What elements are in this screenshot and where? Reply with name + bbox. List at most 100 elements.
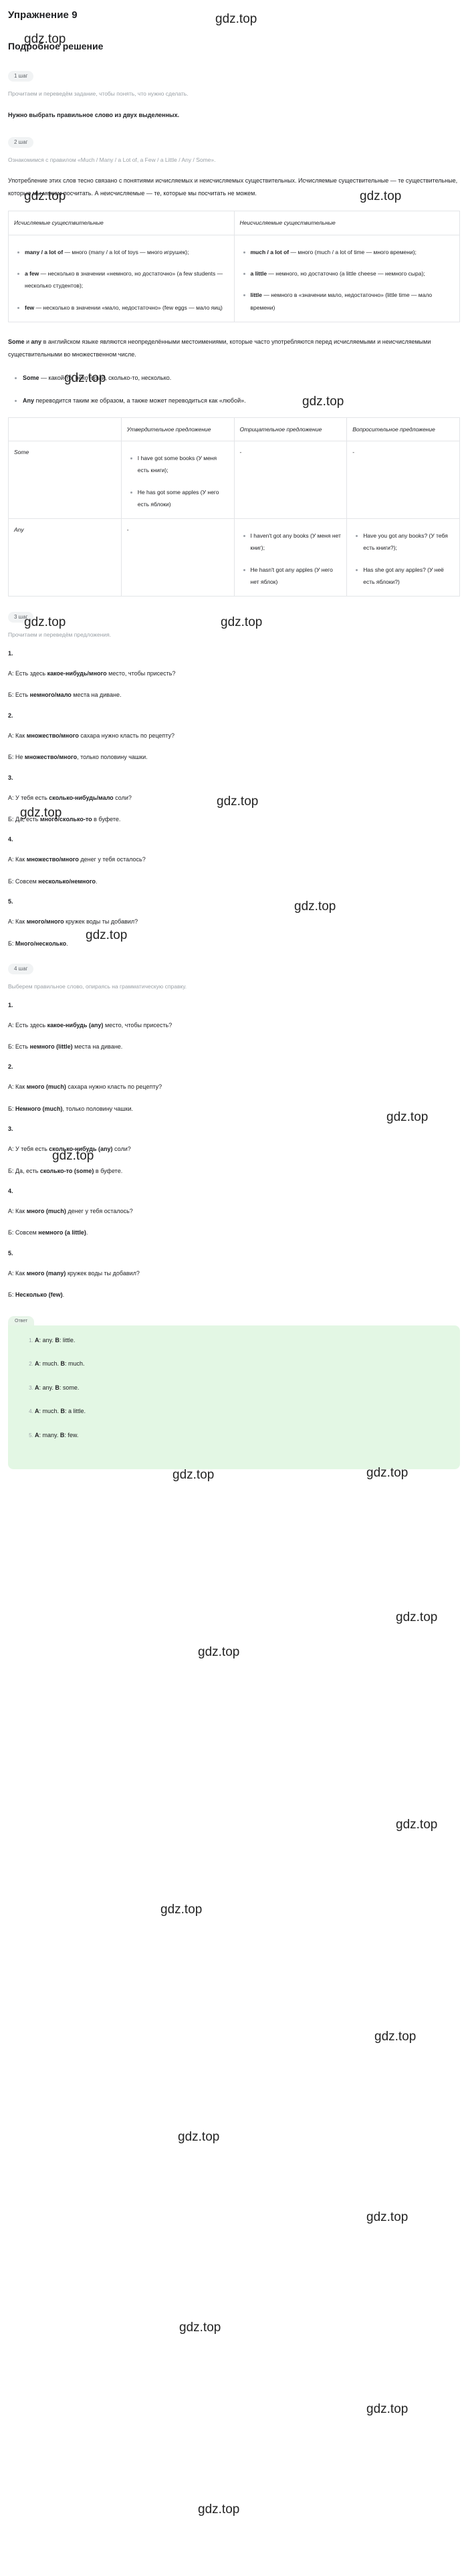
highlight: какое-нибудь/много xyxy=(47,670,107,677)
col-header-affirmative: Утвердительное предложение xyxy=(120,417,235,442)
highlight: много (much) xyxy=(26,1083,66,1091)
item-number: 2. xyxy=(8,712,13,719)
step-3-item: 1. А: Есть здесь какое-нибудь/много мест… xyxy=(8,650,460,700)
step-4-item: 5. А: Как много (many) кружек воды ты до… xyxy=(8,1250,460,1300)
countable-nouns-table: Исчисляемые существительные Неисчисляемы… xyxy=(8,211,460,322)
suffix: соли? xyxy=(112,1146,131,1153)
definition: — много (many / a lot of toys — много иг… xyxy=(63,248,189,255)
list-item: many / a lot of — много (many / a lot of… xyxy=(17,246,229,258)
prefix: Б: xyxy=(8,1105,15,1112)
highlight: какое-нибудь (any) xyxy=(47,1021,104,1029)
prefix: А: Как xyxy=(8,918,27,926)
watermark: gdz.top xyxy=(172,1468,215,1482)
item-number: 1. xyxy=(8,1001,13,1008)
list-item: A: much. B: much. xyxy=(35,1360,451,1369)
suffix: кружек воды ты добавил? xyxy=(66,1269,140,1277)
suffix: места на диване. xyxy=(72,1043,123,1051)
item-number: 3. xyxy=(8,1125,13,1133)
watermark: gdz.top xyxy=(198,1645,240,1659)
any-keyword: any xyxy=(31,338,42,345)
suffix: , только половину чашки. xyxy=(62,1105,134,1112)
suffix: . xyxy=(95,877,98,885)
item-number: 2. xyxy=(8,1063,13,1071)
suffix: денег у тебя осталось? xyxy=(66,1208,133,1215)
step-1-hint: Прочитаем и переведём задание, чтобы пон… xyxy=(8,90,189,97)
speaker-b-line: Б: Да, есть много/сколько-то в буфете. xyxy=(8,815,460,824)
any-negative-cell: I haven't got any books (У меня нет книг… xyxy=(233,518,348,597)
highlight: несколько/немного xyxy=(38,877,96,885)
definition: — немного, но достаточно (a little chees… xyxy=(267,270,425,277)
page-title: Упражнение 9 xyxy=(8,9,78,21)
table-header-row: Утвердительное предложение Отрицательное… xyxy=(8,417,460,442)
prefix: Б: Есть xyxy=(8,691,30,699)
prefix: А: Как xyxy=(8,1269,27,1277)
step-4-item: 3. А: У тебя есть сколько-нибудь (any) с… xyxy=(8,1125,460,1176)
suffix: . xyxy=(62,1291,65,1299)
conjunction: и xyxy=(24,338,31,345)
definition: — много (much / a lot of time — много вр… xyxy=(289,248,417,255)
suffix: в буфете. xyxy=(92,815,121,823)
col-header-uncountable: Неисчисляемые существительные xyxy=(233,211,460,235)
step-badge-2: 2 шаг xyxy=(8,136,34,148)
definition: — несколько в значении «мало, недостаточ… xyxy=(34,304,223,311)
term: Any xyxy=(23,397,35,404)
suffix: . xyxy=(66,940,68,947)
suffix: места на диване. xyxy=(71,691,122,699)
suffix: место, чтобы присесть? xyxy=(106,670,176,677)
item-number: 4. xyxy=(8,1188,13,1195)
watermark: gdz.top xyxy=(198,2502,240,2516)
highlight: множество/много xyxy=(24,754,78,761)
watermark: gdz.top xyxy=(178,2130,220,2144)
list-item: Some — какой-то, некоторый, сколько-то, … xyxy=(15,372,460,384)
list-item: Has she got any apples? (У неё есть ябло… xyxy=(356,564,454,588)
any-affirmative-cell: - xyxy=(120,518,235,597)
speaker-a-line: А: Как много (much) денег у тебя осталос… xyxy=(8,1206,460,1216)
speaker-a-line: А: Как множество/много денег у тебя оста… xyxy=(8,855,460,864)
step-4-hint: Выберем правильное слово, опираясь на гр… xyxy=(8,982,187,990)
list-item: A: much. B: a little. xyxy=(35,1407,451,1416)
highlight: сколько-то (some) xyxy=(39,1167,94,1174)
prefix: Б: Совсем xyxy=(8,877,39,885)
term: a few xyxy=(25,270,39,277)
term: a little xyxy=(250,270,267,277)
item-number: 5. xyxy=(8,1249,13,1257)
some-negative-cell: - xyxy=(233,441,348,520)
speaker-b-line: Б: Есть немного (little) места на диване… xyxy=(8,1042,460,1051)
speaker-a-line: А: У тебя есть сколько-нибудь (any) соли… xyxy=(8,1144,460,1154)
answer-badge: Ответ xyxy=(8,1315,35,1325)
suffix: соли? xyxy=(113,794,132,801)
speaker-b-line: Б: Не множество/много, только половину ч… xyxy=(8,752,460,762)
suffix: . xyxy=(86,1229,88,1237)
suffix: сахара нужно класть по рецепту? xyxy=(78,732,175,739)
item-number: 1. xyxy=(8,650,13,657)
list-item: A: any. B: little. xyxy=(35,1336,451,1346)
list-item: few — несколько в значении «мало, недост… xyxy=(17,302,229,314)
prefix: Б: Да, есть xyxy=(8,1167,40,1174)
speaker-b-line: Б: Много/несколько. xyxy=(8,939,460,948)
definition: — какой-то, некоторый, сколько-то, неско… xyxy=(39,374,172,381)
prefix: А: Как xyxy=(8,732,27,739)
speaker-b-line: Б: Немного (much), только половину чашки… xyxy=(8,1104,460,1113)
list-item: A: any. B: some. xyxy=(35,1384,451,1393)
term: Some xyxy=(23,374,39,381)
countable-list: many / a lot of — много (many / a lot of… xyxy=(14,246,229,314)
speaker-a-value: : any. xyxy=(39,1336,55,1344)
some-affirmative-list: I have got some books (У меня есть книги… xyxy=(127,452,229,510)
list-item: Any переводится таким же образом, а такж… xyxy=(15,395,460,407)
speaker-b-value: : much. xyxy=(65,1360,85,1368)
step-badge-4: 4 шаг xyxy=(8,963,34,974)
step-2-paragraph: Употребление этих слов тесно связано с п… xyxy=(8,177,458,197)
prefix: Б: Есть xyxy=(8,1043,30,1051)
watermark: gdz.top xyxy=(374,2030,417,2044)
prefix: А: Как xyxy=(8,1083,27,1091)
speaker-b-value: : a little. xyxy=(65,1408,86,1415)
intro-rest: в английском языке являются неопределённ… xyxy=(8,338,431,358)
highlight: много/много xyxy=(26,918,64,926)
step-3-section: 3 шаг Прочитаем и переведём предложения.… xyxy=(8,610,460,948)
speaker-a-line: А: Как много (many) кружек воды ты добав… xyxy=(8,1269,460,1278)
speaker-a-line: А: Как много (much) сахара нужно класть … xyxy=(8,1082,460,1091)
prefix: А: Есть здесь xyxy=(8,1021,47,1029)
col-header-countable: Исчисляемые существительные xyxy=(8,211,235,235)
answer-section: Ответ A: any. B: little. A: much. B: muc… xyxy=(8,1313,460,1470)
list-item: little — немного в «значении мало, недос… xyxy=(243,289,455,314)
